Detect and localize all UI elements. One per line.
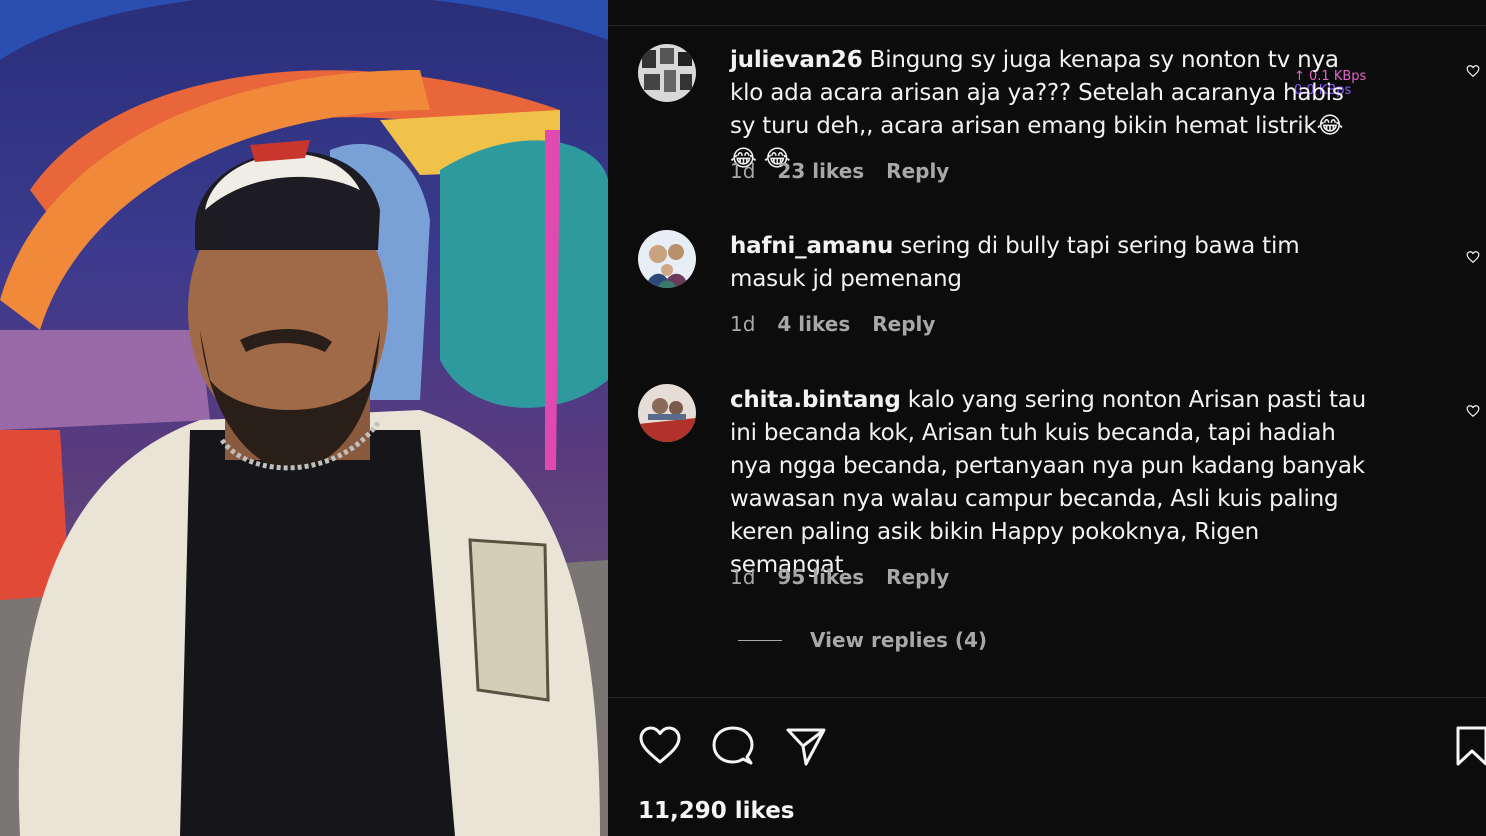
reply-button[interactable]: Reply <box>872 312 935 336</box>
comment-meta: 1d 4 likes Reply <box>730 312 935 336</box>
avatar[interactable] <box>638 384 696 442</box>
comment-meta: 1d 95 likes Reply <box>730 565 949 589</box>
comments-panel: ↑ 0.1 KBps 0.0 KBps julievan26 Bingung s… <box>608 0 1486 836</box>
comment-meta: 1d 23 likes Reply <box>730 159 949 183</box>
comment-username[interactable]: julievan26 <box>730 47 863 73</box>
comment-text: hafni_amanu sering di bully tapi sering … <box>730 230 1370 296</box>
avatar[interactable] <box>638 230 696 288</box>
heart-small-icon[interactable] <box>1466 250 1480 264</box>
view-replies-line <box>738 640 782 641</box>
comment-time: 1d <box>730 159 756 183</box>
comment-body: kalo yang sering nonton Arisan pasti tau… <box>730 387 1367 578</box>
comment-username[interactable]: hafni_amanu <box>730 233 893 259</box>
comment-time: 1d <box>730 312 756 336</box>
post-likes-count[interactable]: 11,290 likes <box>638 798 795 824</box>
comment-username[interactable]: chita.bintang <box>730 387 901 413</box>
send-icon[interactable] <box>784 724 828 768</box>
comment-text: chita.bintang kalo yang sering nonton Ar… <box>730 384 1370 582</box>
reply-button[interactable]: Reply <box>886 159 949 183</box>
comment-likes[interactable]: 4 likes <box>777 312 850 336</box>
comment-text: julievan26 Bingung sy juga kenapa sy non… <box>730 44 1370 176</box>
action-bar <box>638 724 1486 768</box>
divider <box>608 697 1486 698</box>
comment-likes[interactable]: 95 likes <box>777 565 864 589</box>
comment-likes[interactable]: 23 likes <box>777 159 864 183</box>
avatar[interactable] <box>638 44 696 102</box>
reply-button[interactable]: Reply <box>886 565 949 589</box>
comment-bubble-icon[interactable] <box>711 724 755 768</box>
bookmark-icon[interactable] <box>1454 724 1486 768</box>
divider <box>608 25 1486 26</box>
heart-small-icon[interactable] <box>1466 64 1480 78</box>
post-photo-illustration <box>0 0 608 836</box>
heart-small-icon[interactable] <box>1466 404 1480 418</box>
view-replies-button[interactable]: View replies (4) <box>810 628 987 652</box>
post-image <box>0 0 608 836</box>
comment-time: 1d <box>730 565 756 589</box>
heart-icon[interactable] <box>638 724 682 768</box>
